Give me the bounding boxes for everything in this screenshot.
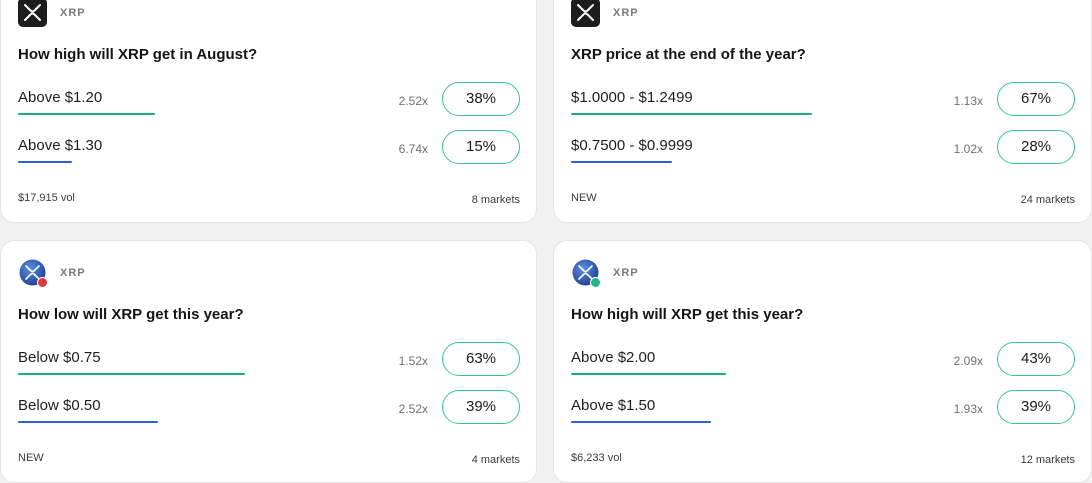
outcome-label: $1.0000 - $1.2499 (571, 89, 693, 106)
outcome-progress-bar (571, 373, 726, 375)
outcome-progress-bar (571, 421, 711, 423)
market-title[interactable]: How low will XRP get this year? (18, 306, 244, 323)
outcome-percent-button[interactable]: 38% (442, 82, 520, 116)
outcome-row[interactable]: Below $0.50 2.52x 39% (18, 389, 520, 429)
outcome-percent-button[interactable]: 67% (997, 82, 1075, 116)
ticker-label: XRP (613, 267, 639, 279)
outcome-row[interactable]: Above $1.30 6.74x 15% (18, 129, 520, 169)
payout-multiplier: 2.52x (398, 94, 428, 108)
xrp-logo-icon (18, 0, 47, 27)
outcome-row[interactable]: Above $2.00 2.09x 43% (571, 341, 1075, 381)
outcome-label: Above $1.50 (571, 397, 656, 414)
outcome-label: Above $1.20 (18, 89, 103, 106)
outcome-progress-bar (18, 373, 245, 375)
outcome-percent-button[interactable]: 15% (442, 130, 520, 164)
outcome-label: Below $0.75 (18, 349, 101, 366)
payout-multiplier: 2.09x (953, 354, 983, 368)
payout-multiplier: 2.52x (398, 402, 428, 416)
outcome-progress-bar (571, 161, 672, 163)
market-card[interactable]: XRP XRP price at the end of the year? $1… (553, 0, 1092, 223)
outcome-percent-button[interactable]: 28% (997, 130, 1075, 164)
outcome-percent-button[interactable]: 63% (442, 342, 520, 376)
outcome-row[interactable]: Above $1.50 1.93x 39% (571, 389, 1075, 429)
volume-label: $6,233 vol (571, 452, 622, 464)
payout-multiplier: 6.74x (398, 142, 428, 156)
outcome-label: Above $2.00 (571, 349, 656, 366)
outcome-label: $0.7500 - $0.9999 (571, 137, 693, 154)
market-card[interactable]: XRP How high will XRP get this year? Abo… (553, 240, 1092, 483)
trend-up-icon (590, 277, 601, 288)
outcome-progress-bar (18, 113, 155, 115)
volume-label: $17,915 vol (18, 192, 75, 204)
payout-multiplier: 1.02x (953, 142, 983, 156)
ticker-label: XRP (613, 7, 639, 19)
market-title[interactable]: How high will XRP get this year? (571, 306, 803, 323)
outcome-progress-bar (18, 161, 72, 163)
market-title[interactable]: How high will XRP get in August? (18, 46, 257, 63)
new-badge: NEW (571, 192, 597, 204)
payout-multiplier: 1.13x (953, 94, 983, 108)
outcome-percent-button[interactable]: 43% (997, 342, 1075, 376)
outcome-progress-bar (571, 113, 812, 115)
ticker-label: XRP (60, 267, 86, 279)
xrp-coin-icon (571, 258, 601, 288)
outcome-row[interactable]: Above $1.20 2.52x 38% (18, 81, 520, 121)
payout-multiplier: 1.52x (398, 354, 428, 368)
outcome-progress-bar (18, 421, 158, 423)
trend-down-icon (37, 277, 48, 288)
market-card[interactable]: XRP How low will XRP get this year? Belo… (0, 240, 537, 483)
outcome-label: Above $1.30 (18, 137, 103, 154)
outcome-percent-button[interactable]: 39% (442, 390, 520, 424)
payout-multiplier: 1.93x (953, 402, 983, 416)
new-badge: NEW (18, 452, 44, 464)
markets-count[interactable]: 8 markets (472, 194, 520, 206)
markets-count[interactable]: 12 markets (1021, 454, 1075, 466)
outcome-row[interactable]: $0.7500 - $0.9999 1.02x 28% (571, 129, 1075, 169)
market-card[interactable]: XRP How high will XRP get in August? Abo… (0, 0, 537, 223)
market-title[interactable]: XRP price at the end of the year? (571, 46, 806, 63)
xrp-logo-icon (571, 0, 600, 27)
outcome-percent-button[interactable]: 39% (997, 390, 1075, 424)
xrp-coin-icon (18, 258, 48, 288)
outcome-row[interactable]: Below $0.75 1.52x 63% (18, 341, 520, 381)
outcome-row[interactable]: $1.0000 - $1.2499 1.13x 67% (571, 81, 1075, 121)
ticker-label: XRP (60, 7, 86, 19)
markets-count[interactable]: 24 markets (1021, 194, 1075, 206)
markets-count[interactable]: 4 markets (472, 454, 520, 466)
outcome-label: Below $0.50 (18, 397, 101, 414)
